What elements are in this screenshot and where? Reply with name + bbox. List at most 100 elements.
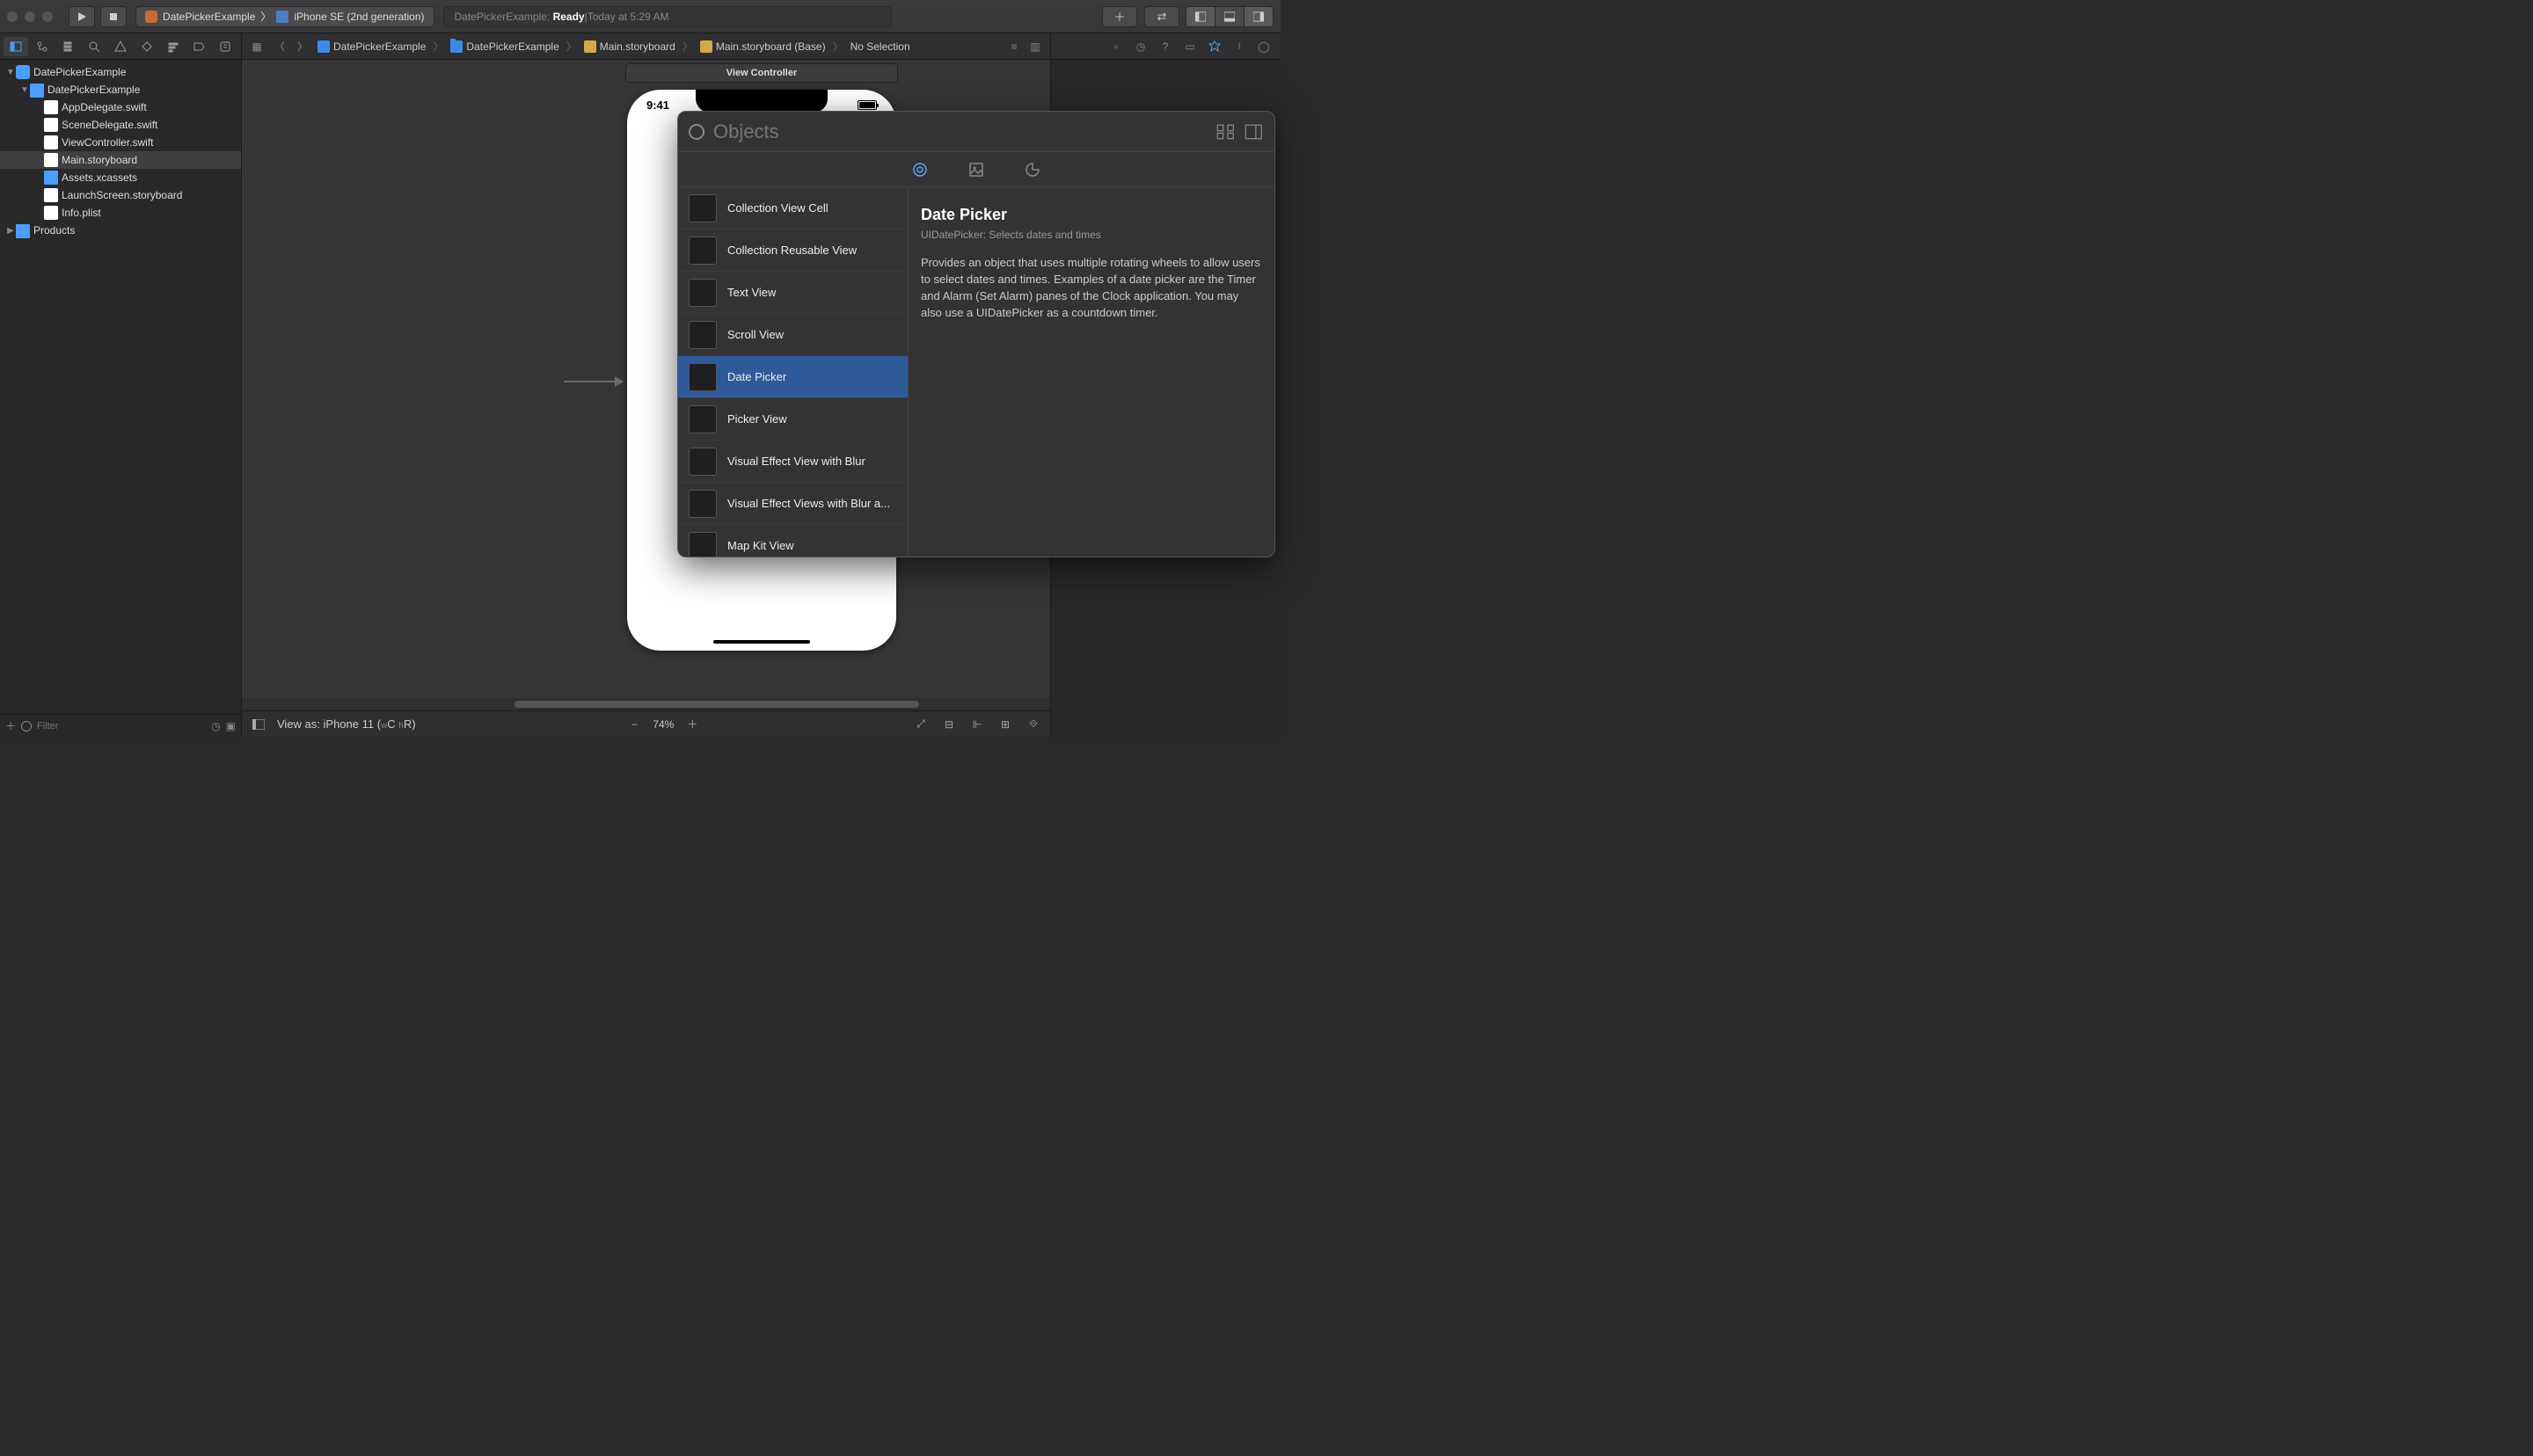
resolve-issues-button[interactable]: ⟐ xyxy=(1024,715,1043,734)
identity-inspector-tab[interactable]: ▭ xyxy=(1179,37,1201,56)
list-item[interactable]: Text View xyxy=(678,272,908,314)
breakpoint-navigator-tab[interactable] xyxy=(186,37,211,56)
issue-navigator-tab[interactable] xyxy=(108,37,133,56)
library-object-list[interactable]: Collection View CellCollection Reusable … xyxy=(678,187,909,557)
detail-subtitle: UIDatePicker: Selects dates and times xyxy=(921,228,1262,243)
pin-button[interactable]: ⊞ xyxy=(996,715,1015,734)
swift-icon xyxy=(44,135,58,149)
project-navigator-tab[interactable] xyxy=(4,37,28,56)
breadcrumb-storyboard[interactable]: Main.storyboard xyxy=(582,40,677,53)
tree-row[interactable]: ▼DatePickerExample xyxy=(0,81,241,98)
canvas-horizontal-scrollbar[interactable] xyxy=(242,698,1050,710)
disclosure-icon[interactable]: ▶ xyxy=(5,226,16,236)
history-inspector-tab[interactable]: ◷ xyxy=(1129,37,1152,56)
find-navigator-tab[interactable] xyxy=(82,37,106,56)
filter-input[interactable] xyxy=(37,721,206,732)
stop-button[interactable] xyxy=(100,6,127,27)
scm-filter-button[interactable]: ▣ xyxy=(226,720,236,732)
library-header xyxy=(678,112,1274,152)
forward-button[interactable]: 〉 xyxy=(293,37,312,56)
library-search-input[interactable] xyxy=(713,120,1208,143)
constraints-resolve-button[interactable]: ⤢ xyxy=(911,715,931,734)
scrollbar-thumb[interactable] xyxy=(515,701,919,708)
tree-row[interactable]: SceneDelegate.swift xyxy=(0,116,241,134)
scene-label[interactable]: View Controller xyxy=(625,63,898,83)
related-items-button[interactable]: ▦ xyxy=(247,37,266,56)
toggle-right-panel[interactable] xyxy=(1244,6,1274,27)
toggle-bottom-panel[interactable] xyxy=(1215,6,1245,27)
object-icon xyxy=(689,532,717,557)
zoom-window[interactable] xyxy=(42,11,53,22)
titlebar: DatePickerExample 〉 iPhone SE (2nd gener… xyxy=(0,0,1281,33)
tree-row[interactable]: ViewController.swift xyxy=(0,134,241,151)
tree-row[interactable]: AppDelegate.swift xyxy=(0,98,241,116)
tree-row[interactable]: ▼DatePickerExample xyxy=(0,63,241,81)
list-item[interactable]: Collection View Cell xyxy=(678,187,908,229)
tree-row[interactable]: Info.plist xyxy=(0,204,241,222)
library-scope-icon[interactable] xyxy=(689,124,704,140)
library-add-button[interactable]: ＋ xyxy=(1102,6,1137,27)
adjust-editor-options[interactable]: ≡ xyxy=(1004,37,1024,56)
media-tab[interactable] xyxy=(959,158,994,181)
minimize-window[interactable] xyxy=(25,11,35,22)
debug-navigator-tab[interactable] xyxy=(161,37,186,56)
breadcrumb-project[interactable]: DatePickerExample xyxy=(316,40,427,53)
document-outline-toggle[interactable] xyxy=(249,715,268,734)
connections-inspector-tab[interactable]: ◯ xyxy=(1252,37,1275,56)
breadcrumb-folder[interactable]: DatePickerExample xyxy=(449,40,560,53)
tree-row[interactable]: Main.storyboard xyxy=(0,151,241,169)
zoom-in-button[interactable]: ＋ xyxy=(683,715,702,734)
list-item[interactable]: Picker View xyxy=(678,398,908,440)
tree-row[interactable]: Assets.xcassets xyxy=(0,169,241,186)
list-item[interactable]: Map Kit View xyxy=(678,525,908,557)
attributes-inspector-tab[interactable] xyxy=(1203,37,1226,56)
source-control-navigator-tab[interactable] xyxy=(30,37,55,56)
close-window[interactable] xyxy=(7,11,18,22)
object-label: Scroll View xyxy=(727,328,784,341)
object-icon xyxy=(689,405,717,433)
scheme-selector[interactable]: DatePickerExample 〉 iPhone SE (2nd gener… xyxy=(135,6,434,27)
initial-vc-arrow[interactable] xyxy=(564,373,624,390)
activity-status: DatePickerExample: Ready | Today at 5:29… xyxy=(443,6,892,27)
run-button[interactable] xyxy=(69,6,95,27)
back-button[interactable]: 〈 xyxy=(270,37,289,56)
list-item[interactable]: Collection Reusable View xyxy=(678,229,908,272)
code-review-button[interactable]: ⇄ xyxy=(1144,6,1179,27)
toggle-left-panel[interactable] xyxy=(1186,6,1215,27)
detail-description: Provides an object that uses multiple ro… xyxy=(921,255,1262,321)
file-tree[interactable]: ▼DatePickerExample▼DatePickerExampleAppD… xyxy=(0,60,241,714)
list-item[interactable]: Scroll View xyxy=(678,314,908,356)
test-navigator-tab[interactable] xyxy=(135,37,159,56)
disclosure-icon[interactable]: ▼ xyxy=(19,85,30,95)
library-grid-view[interactable] xyxy=(1216,124,1236,140)
symbol-navigator-tab[interactable] xyxy=(56,37,81,56)
tree-label: LaunchScreen.storyboard xyxy=(62,189,182,201)
tree-row[interactable]: LaunchScreen.storyboard xyxy=(0,186,241,204)
recent-filter-button[interactable]: ◷ xyxy=(211,720,220,732)
align-button[interactable]: ⊩ xyxy=(967,715,987,734)
breadcrumb-no-selection[interactable]: No Selection xyxy=(849,40,912,53)
add-file-button[interactable]: ＋ xyxy=(5,718,16,733)
add-editor-button[interactable]: ▥ xyxy=(1026,37,1045,56)
report-navigator-tab[interactable] xyxy=(213,37,237,56)
help-inspector-tab[interactable]: ? xyxy=(1154,37,1177,56)
file-inspector-tab[interactable]: ▫ xyxy=(1105,37,1128,56)
detail-title: Date Picker xyxy=(921,203,1262,226)
object-library-popover: Collection View CellCollection Reusable … xyxy=(677,111,1275,557)
embed-button[interactable]: ⊟ xyxy=(939,715,959,734)
zoom-out-button[interactable]: − xyxy=(624,715,644,734)
list-item[interactable]: Date Picker xyxy=(678,356,908,398)
scheme-app-name: DatePickerExample xyxy=(163,11,255,23)
tree-row[interactable]: ▶Products xyxy=(0,222,241,239)
size-inspector-tab[interactable]: ⟊ xyxy=(1228,37,1251,56)
zoom-value[interactable]: 74% xyxy=(653,718,674,731)
objects-tab[interactable] xyxy=(902,158,938,181)
disclosure-icon[interactable]: ▼ xyxy=(5,68,16,77)
color-tab[interactable] xyxy=(1015,158,1050,181)
list-item[interactable]: Visual Effect Views with Blur a... xyxy=(678,483,908,525)
breadcrumb-storyboard-base[interactable]: Main.storyboard (Base) xyxy=(698,40,828,53)
library-detail-toggle[interactable] xyxy=(1245,124,1264,140)
view-as-control[interactable]: View as: iPhone 11 (wC hR) xyxy=(277,717,416,731)
swift-icon xyxy=(44,100,58,114)
list-item[interactable]: Visual Effect View with Blur xyxy=(678,440,908,483)
